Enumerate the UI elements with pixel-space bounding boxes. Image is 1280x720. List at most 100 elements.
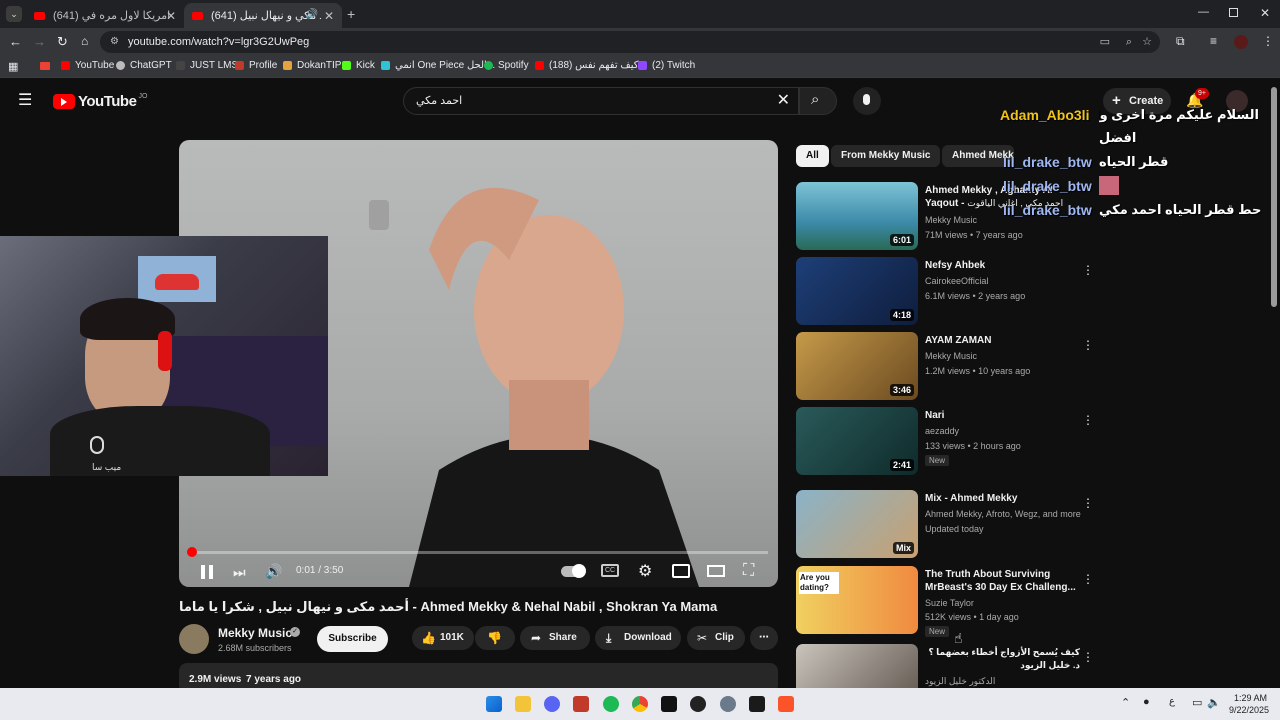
channel-name[interactable]: Mekky Music bbox=[218, 626, 292, 640]
tab-search-button[interactable]: ⌄ bbox=[6, 6, 22, 22]
rec-item-2[interactable]: 4:18 Nefsy Ahbek CairokeeOfficial 6.1M v… bbox=[796, 257, 1096, 327]
youtube-logo[interactable]: YouTube JO bbox=[53, 93, 147, 110]
settings-gear-icon[interactable] bbox=[720, 696, 736, 712]
theater-mode-icon[interactable] bbox=[707, 565, 725, 577]
more-options-icon[interactable]: ⋮ bbox=[1082, 263, 1094, 277]
speaker-icon[interactable]: 🔊 bbox=[306, 9, 318, 20]
more-options-icon[interactable]: ⋮ bbox=[1082, 496, 1094, 510]
home-icon[interactable]: ⌂ bbox=[81, 34, 88, 48]
bookmark-one-piece[interactable]: انمي One Piece الحل... bbox=[381, 60, 495, 71]
rec-item-3[interactable]: 3:46 AYAM ZAMAN Mekky Music 1.2M views •… bbox=[796, 332, 1096, 402]
video-thumbnail[interactable]: 2:41 bbox=[796, 407, 918, 475]
gmail-icon[interactable] bbox=[40, 62, 50, 70]
close-tab-icon[interactable]: ✕ bbox=[166, 9, 176, 23]
search-input[interactable]: احمد مكي ✕ bbox=[403, 87, 799, 115]
video-thumbnail[interactable]: Are you dating? bbox=[796, 566, 918, 634]
terminal-icon[interactable] bbox=[749, 696, 765, 712]
close-window-icon[interactable]: ✕ bbox=[1260, 6, 1270, 20]
minimize-icon[interactable]: — bbox=[1198, 6, 1209, 18]
browser-tab-1[interactable]: (641) ساقيت امريكا لاول مره في ✕ bbox=[26, 3, 184, 28]
more-options-icon[interactable]: ⋮ bbox=[1082, 572, 1094, 586]
bookmark-just-lms[interactable]: JUST LMS bbox=[176, 60, 238, 71]
subscribe-button[interactable]: Subscribe bbox=[317, 626, 388, 652]
pause-icon[interactable] bbox=[201, 565, 213, 579]
discord-icon[interactable] bbox=[544, 696, 560, 712]
chrome-icon[interactable] bbox=[632, 696, 648, 712]
video-thumbnail[interactable] bbox=[796, 644, 918, 688]
download-button[interactable]: ⤓ Download bbox=[595, 626, 681, 650]
autoplay-toggle[interactable] bbox=[561, 564, 586, 578]
reading-list-icon[interactable]: ≡ bbox=[1210, 34, 1217, 48]
scrubber-handle[interactable] bbox=[187, 547, 197, 557]
captions-icon[interactable]: CC bbox=[601, 564, 619, 577]
search-button[interactable]: ⌕ bbox=[799, 87, 837, 115]
video-thumbnail[interactable]: 6:01 bbox=[796, 182, 918, 250]
rec-item-4[interactable]: 2:41 Nari aezaddy 133 views • 2 hours ag… bbox=[796, 407, 1096, 477]
tray-overflow-icon[interactable]: ⌃ bbox=[1121, 696, 1130, 709]
new-tab-button[interactable]: + bbox=[347, 6, 355, 22]
reload-icon[interactable]: ↻ bbox=[57, 34, 68, 50]
tray-language-icon[interactable]: ع bbox=[1169, 696, 1175, 707]
bookmark-youtube[interactable]: YouTube bbox=[61, 60, 114, 71]
video-thumbnail[interactable]: 4:18 bbox=[796, 257, 918, 325]
chip-all[interactable]: All bbox=[796, 145, 829, 167]
rec-item-5[interactable]: Mix Mix - Ahmed Mekky Ahmed Mekky, Afrot… bbox=[796, 490, 1096, 560]
cast-icon[interactable]: ▭ bbox=[1100, 31, 1110, 53]
address-bar[interactable]: ⚙ youtube.com/watch?v=lgr3G2UwPeg ▭ ⌕ ☆ bbox=[100, 31, 1160, 53]
settings-gear-icon[interactable]: ⚙ bbox=[638, 561, 652, 581]
channel-avatar[interactable] bbox=[179, 624, 209, 654]
apps-grid-icon[interactable]: ▦ bbox=[8, 60, 18, 73]
site-info-icon[interactable]: ⚙ bbox=[110, 31, 119, 53]
browser-tab-2[interactable]: (641) أحمد مكي و نيهال نبيل 🔊 ✕ bbox=[184, 3, 342, 28]
back-icon[interactable]: ← bbox=[9, 34, 22, 49]
bookmark-twitch[interactable]: (2) Twitch bbox=[638, 60, 695, 71]
video-editor-icon[interactable] bbox=[573, 696, 589, 712]
bookmark-profile[interactable]: Profile bbox=[235, 60, 277, 71]
clock-time[interactable]: 1:29 AM bbox=[1234, 693, 1267, 703]
miniplayer-icon[interactable] bbox=[672, 564, 690, 578]
bookmark-dokantip[interactable]: DokanTIP bbox=[283, 60, 341, 71]
progress-bar-track[interactable] bbox=[187, 547, 768, 557]
extensions-icon[interactable]: ⧉ bbox=[1176, 34, 1185, 49]
more-options-icon[interactable]: ⋮ bbox=[1082, 338, 1094, 352]
more-options-icon[interactable]: ⋮ bbox=[1082, 650, 1094, 664]
rec-item-7[interactable]: كيف يُسمح الأزواج أخطاء بعضهما ؟ د. خليل… bbox=[796, 644, 1096, 688]
brave-icon[interactable] bbox=[778, 696, 794, 712]
kick-app-icon[interactable] bbox=[661, 696, 677, 712]
page-scrollbar[interactable] bbox=[1271, 87, 1277, 307]
video-thumbnail[interactable]: 3:46 bbox=[796, 332, 918, 400]
like-button[interactable]: 👍 101K bbox=[412, 626, 474, 650]
chip-from-mekky-music[interactable]: From Mekky Music bbox=[831, 145, 941, 167]
clip-button[interactable]: ✂ Clip bbox=[687, 626, 745, 650]
restore-icon[interactable] bbox=[1229, 8, 1238, 17]
start-menu-icon[interactable] bbox=[486, 696, 502, 712]
tray-microphone-icon[interactable]: ● bbox=[1143, 696, 1150, 708]
bookmark-chatgpt[interactable]: ChatGPT bbox=[116, 60, 172, 71]
bookmark-star-icon[interactable]: ☆ bbox=[1142, 31, 1152, 53]
chrome-menu-icon[interactable]: ⋮ bbox=[1262, 34, 1274, 48]
forward-icon[interactable]: → bbox=[33, 34, 46, 49]
clock-date[interactable]: 9/22/2025 bbox=[1229, 705, 1269, 715]
tray-volume-icon[interactable]: 🔈 bbox=[1207, 696, 1221, 709]
zoom-icon[interactable]: ⌕ bbox=[1126, 31, 1132, 53]
file-explorer-icon[interactable] bbox=[515, 696, 531, 712]
clear-search-icon[interactable]: ✕ bbox=[777, 88, 790, 114]
next-video-icon[interactable]: ⏭ bbox=[233, 564, 246, 581]
spotify-icon[interactable] bbox=[603, 696, 619, 712]
more-actions-button[interactable]: ⋯ bbox=[750, 626, 778, 650]
bookmark-kick[interactable]: Kick bbox=[342, 60, 375, 71]
hamburger-menu-icon[interactable]: ☰ bbox=[18, 93, 32, 109]
obs-icon[interactable] bbox=[690, 696, 706, 712]
dislike-button[interactable]: 👎 bbox=[475, 626, 515, 650]
voice-search-button[interactable] bbox=[853, 87, 881, 115]
tray-network-icon[interactable]: ▭ bbox=[1192, 696, 1202, 709]
profile-avatar[interactable] bbox=[1234, 35, 1248, 49]
fullscreen-icon[interactable]: ⛶ bbox=[743, 562, 754, 580]
bookmark-spotify[interactable]: Spotify bbox=[484, 60, 529, 71]
mix-thumbnail[interactable]: Mix bbox=[796, 490, 918, 558]
more-options-icon[interactable]: ⋮ bbox=[1082, 413, 1094, 427]
bookmark-video[interactable]: (188) كيف تفهم نفس... bbox=[535, 60, 647, 71]
close-tab-icon[interactable]: ✕ bbox=[324, 9, 334, 23]
rec-item-6[interactable]: Are you dating? The Truth About Survivin… bbox=[796, 566, 1096, 637]
volume-icon[interactable]: 🔊 bbox=[265, 563, 282, 580]
